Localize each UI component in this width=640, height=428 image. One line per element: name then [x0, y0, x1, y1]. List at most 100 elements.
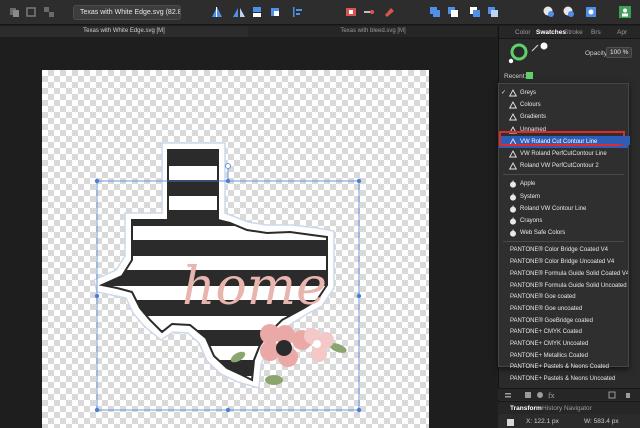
menu-item-palette[interactable]: VW Roland PerfCutContour Line: [499, 148, 628, 160]
texas-home-artwork[interactable]: home: [42, 70, 429, 428]
rotate-icon[interactable]: [268, 5, 282, 19]
svg-text:fx: fx: [548, 392, 555, 399]
persona-designer-icon[interactable]: [8, 5, 22, 19]
menu-item-label: PANTONE® GoeBridge coated: [510, 317, 593, 324]
tab-brushes[interactable]: Brs: [591, 26, 601, 39]
layers-icon[interactable]: [504, 391, 512, 399]
persona-pixel-icon[interactable]: [24, 5, 38, 19]
menu-item-pantone-palette[interactable]: PANTONE® Goe uncoated: [499, 303, 628, 315]
trash-icon[interactable]: [624, 391, 632, 399]
menu-divider: [503, 241, 624, 243]
transform-panel-tabs: Transform History Navigator: [498, 401, 640, 414]
menu-item-system-palette[interactable]: Web Safe Colors: [499, 227, 628, 239]
menu-item-pantone-palette[interactable]: PANTONE® Goe coated: [499, 291, 628, 303]
menu-item-pantone-palette[interactable]: PANTONE+ CMYK Uncoated: [499, 338, 628, 350]
recent-label: Recent:: [504, 73, 527, 80]
add-swatch-icon[interactable]: [524, 391, 532, 399]
tab-stroke[interactable]: Stroke: [564, 26, 583, 39]
fx-icon[interactable]: fx: [548, 391, 556, 399]
width-field[interactable]: W: 583.4 px: [584, 418, 619, 425]
menu-item-pantone-palette[interactable]: PANTONE+ Pastels & Neons Uncoated: [499, 373, 628, 385]
boolean-subtract-icon[interactable]: [446, 5, 460, 19]
boolean-xor-icon[interactable]: [486, 5, 500, 19]
menu-item-label: PANTONE® Formula Guide Solid Uncoated V4: [510, 282, 628, 289]
menu-item-pantone-palette[interactable]: PANTONE® Color Bridge Uncoated V4: [499, 256, 628, 268]
menu-item-label: PANTONE+ Pastels & Neons Coated: [510, 364, 609, 371]
menu-item-pantone-palette[interactable]: PANTONE+ Pastels & Neons Coated: [499, 361, 628, 373]
persona-export-icon[interactable]: [42, 5, 56, 19]
menu-item-label: Roland VW PerfCutContour 2: [520, 163, 599, 170]
recent-swatch[interactable]: [526, 72, 533, 79]
menu-item-pantone-palette[interactable]: PANTONE+ CMYK Coated: [499, 326, 628, 338]
tab-swatches[interactable]: Swatches: [536, 26, 566, 39]
boolean-add-icon[interactable]: [428, 5, 442, 19]
palette-triangle-icon: [508, 150, 518, 158]
menu-item-system-palette[interactable]: Roland VW Contour Line: [499, 203, 628, 215]
menu-item-label: PANTONE® Formula Guide Solid Coated V4: [510, 270, 628, 277]
flip-vertical-icon[interactable]: [250, 5, 264, 19]
menu-item-palette[interactable]: VW Roland Cut Contour Line: [499, 135, 628, 148]
tab-transform[interactable]: Transform: [510, 402, 542, 415]
move-to-front-icon[interactable]: [290, 5, 304, 19]
menu-item-palette[interactable]: Colours: [499, 99, 628, 111]
tab-navigator[interactable]: Navigator: [564, 402, 592, 415]
eyedropper-icon[interactable]: [531, 43, 540, 52]
tab-color[interactable]: Color: [515, 26, 531, 39]
flip-horizontal-icon[interactable]: [232, 5, 246, 19]
menu-item-label: PANTONE+ Metallics Coated: [510, 352, 588, 359]
document-tabs: Texas with White Edge.svg [M] Texas with…: [0, 26, 497, 37]
add-color-icon[interactable]: [536, 391, 544, 399]
menu-item-palette[interactable]: Unnamed: [499, 124, 628, 136]
artboard[interactable]: home: [42, 70, 429, 428]
menu-item-label: Unnamed: [520, 126, 547, 133]
duplicate-icon[interactable]: [608, 391, 616, 399]
snapping-icon[interactable]: [362, 5, 376, 19]
rotate-handle[interactable]: [225, 163, 231, 169]
menu-item-pantone-palette[interactable]: PANTONE+ Metallics Coated: [499, 350, 628, 362]
tab-texas-bleed[interactable]: Texas with bleed.svg [M]: [249, 26, 497, 37]
menu-item-label: Colours: [520, 102, 541, 109]
palette-triangle-icon: [508, 101, 518, 109]
tab-texas-white-edge[interactable]: Texas with White Edge.svg [M]: [0, 26, 248, 37]
geometry-icon[interactable]: [542, 5, 556, 19]
menu-item-label: Crayons: [520, 218, 543, 224]
mask-icon[interactable]: [562, 5, 576, 19]
menu-item-palette[interactable]: Roland VW PerfCutContour 2: [499, 160, 628, 172]
menu-item-label: System: [520, 193, 541, 200]
menu-item-palette[interactable]: Gradients: [499, 111, 628, 123]
menu-item-palette[interactable]: ✓ Greys: [499, 87, 628, 99]
tab-history[interactable]: History: [542, 402, 562, 415]
user-icon[interactable]: [618, 5, 632, 19]
assistant-icon[interactable]: [584, 5, 598, 19]
menu-item-pantone-palette[interactable]: PANTONE® GoeBridge coated: [499, 315, 628, 327]
menu-item-pantone-palette[interactable]: PANTONE® Color Bridge Coated V4: [499, 244, 628, 256]
magnet-icon[interactable]: [382, 5, 396, 19]
align-icon[interactable]: [210, 5, 224, 19]
boolean-intersect-icon[interactable]: [468, 5, 482, 19]
fill-stroke-selector[interactable]: [507, 42, 529, 64]
menu-item-label: VW Roland Cut Contour Line: [520, 138, 598, 145]
swatches-toolbar: fx: [498, 388, 640, 400]
arrange-icon[interactable]: [344, 5, 358, 19]
x-position-field[interactable]: X: 122.1 px: [526, 418, 559, 425]
apple-icon: [509, 193, 517, 201]
menu-item-label: PANTONE® Color Bridge Coated V4: [510, 247, 608, 254]
palette-triangle-icon: [508, 162, 518, 170]
palette-triangle-icon: [508, 137, 518, 146]
canvas[interactable]: home: [0, 37, 497, 428]
anchor-point-icon[interactable]: [507, 419, 514, 426]
menu-item-pantone-palette[interactable]: PANTONE® Formula Guide Solid Uncoated V4: [499, 280, 628, 292]
none-swatch-icon[interactable]: [540, 42, 548, 50]
menu-item-system-palette[interactable]: System: [499, 191, 628, 203]
tab-appearance[interactable]: Apr: [617, 26, 627, 39]
menu-item-system-palette[interactable]: Crayons: [499, 215, 628, 227]
home-word: home: [182, 257, 327, 317]
apple-icon: [509, 205, 517, 213]
menu-item-label: PANTONE+ CMYK Uncoated: [510, 341, 589, 347]
menu-item-system-palette[interactable]: Apple: [499, 178, 628, 190]
menu-item-pantone-palette[interactable]: PANTONE® Formula Guide Solid Coated V4: [499, 268, 628, 280]
opacity-field[interactable]: 100 %: [606, 47, 632, 58]
palette-triangle-icon: [508, 89, 518, 97]
selected-swatch-indicator: [620, 136, 630, 145]
transform-fields: X: 122.1 px W: 583.4 px: [498, 415, 640, 428]
